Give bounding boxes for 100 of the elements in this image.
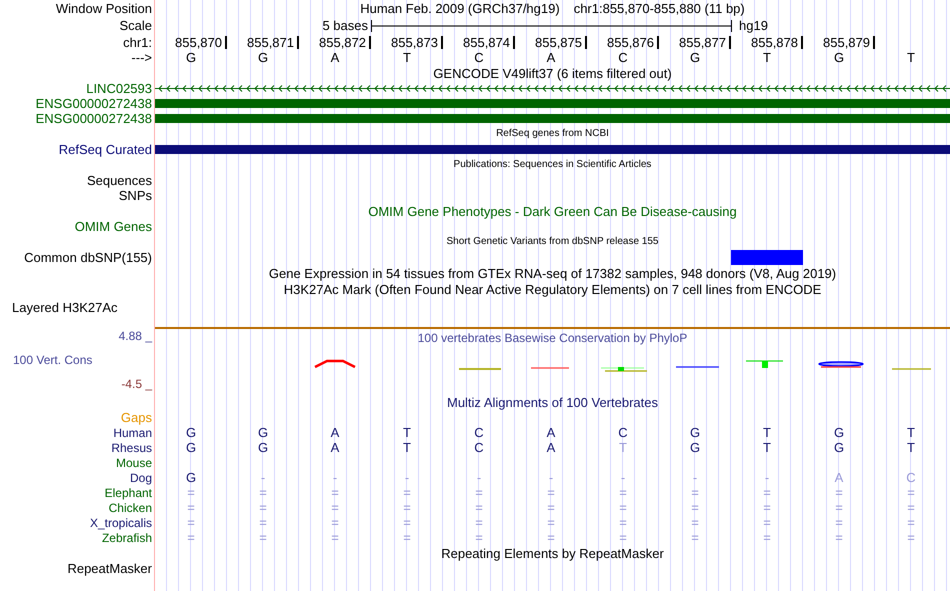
base-letter: = — [691, 501, 699, 514]
track-title: Short Genetic Variants from dbSNP release 155 — [446, 237, 658, 247]
base-letter: = — [907, 516, 915, 529]
track-label[interactable]: Zebrafish — [102, 532, 152, 544]
track-label[interactable]: Mouse — [116, 456, 152, 468]
base-letter: = — [259, 501, 267, 514]
gene-bar[interactable] — [155, 114, 950, 123]
base-letter: - — [260, 471, 266, 484]
base-letter: G — [834, 441, 844, 454]
gene-bar[interactable] — [155, 99, 950, 108]
base-letter: G — [834, 51, 844, 64]
track-label[interactable]: Chicken — [108, 502, 152, 514]
track-label[interactable]: ENSG00000272438 — [36, 112, 152, 125]
base-letter: = — [259, 516, 267, 529]
base-letter: = — [835, 531, 843, 544]
base-letter: A — [546, 441, 556, 454]
base-letter: A — [546, 426, 556, 439]
track-title: H3K27Ac Mark (Often Found Near Active Regulatory Elements) on 7 cell lines from ENCODE — [284, 282, 822, 296]
snp-block[interactable] — [731, 250, 803, 265]
database-label: hg19 — [738, 19, 769, 32]
base-letter: = — [907, 531, 915, 544]
base-letter: = — [187, 531, 195, 544]
track-label[interactable]: Rhesus — [111, 442, 152, 454]
position-title: chr1:855,870-855,880 (11 bp) — [574, 2, 745, 15]
base-letter: = — [835, 486, 843, 499]
base-letter: - — [476, 471, 482, 484]
base-letter: - — [332, 471, 338, 484]
track-label[interactable]: LINC02593 — [86, 82, 152, 95]
ruler-position: 855,874 — [463, 36, 515, 48]
track-title: OMIM Gene Phenotypes - Dark Green Can Be Disease-causing — [368, 204, 737, 218]
base-letter: G — [258, 441, 268, 454]
base-letter: = — [691, 486, 699, 499]
gene-bar[interactable] — [155, 145, 950, 154]
track-label: Scale — [119, 19, 152, 32]
base-letter: = — [691, 516, 699, 529]
track-label[interactable]: SNPs — [118, 189, 152, 202]
base-letter: = — [691, 531, 699, 544]
base-letter: = — [475, 531, 483, 544]
base-letter: C — [618, 426, 628, 439]
track-label[interactable]: RepeatMasker — [67, 562, 152, 575]
ruler-position: 855,876 — [607, 36, 659, 48]
base-letter: A — [546, 51, 556, 64]
base-letter: T — [763, 426, 771, 439]
base-letter: G — [186, 441, 196, 454]
base-letter: = — [187, 486, 195, 499]
base-letter: = — [547, 501, 555, 514]
base-letter: = — [475, 516, 483, 529]
track-title: 100 vertebrates Basewise Conservation by PhyloP — [418, 332, 688, 344]
base-letter: = — [907, 486, 915, 499]
track-label[interactable]: 100 Vert. Cons — [0, 354, 154, 366]
base-letter: = — [619, 531, 627, 544]
base-letter: A — [330, 51, 340, 64]
base-letter: G — [186, 51, 196, 64]
track-title: GENCODE V49lift37 (6 items filtered out) — [433, 66, 672, 80]
base-letter: T — [763, 441, 771, 454]
base-letter: C — [474, 426, 484, 439]
track-label: Window Position — [56, 2, 152, 15]
track-label[interactable]: Common dbSNP(155) — [24, 251, 152, 264]
base-letter: G — [186, 426, 196, 439]
track-label: ---> — [131, 51, 152, 64]
base-letter: T — [619, 441, 627, 454]
base-letter: T — [403, 426, 411, 439]
base-letter: = — [331, 531, 339, 544]
track-title: RefSeq genes from NCBI — [496, 129, 609, 139]
base-letter: = — [835, 501, 843, 514]
base-letter: C — [618, 51, 628, 64]
base-letter: - — [548, 471, 554, 484]
track-label[interactable]: OMIM Genes — [74, 220, 152, 233]
base-letter: = — [331, 486, 339, 499]
base-letter: C — [906, 471, 916, 484]
track-label[interactable]: Layered H3K27Ac — [12, 301, 118, 314]
track-label[interactable]: Dog — [130, 472, 152, 484]
base-letter: T — [763, 51, 771, 64]
base-letter: T — [907, 441, 915, 454]
track-label[interactable]: RefSeq Curated — [58, 143, 152, 156]
track-label[interactable]: Sequences — [86, 174, 152, 187]
base-letter: - — [404, 471, 410, 484]
track-title: Publications: Sequences in Scientific Articles — [454, 160, 652, 170]
base-letter: G — [690, 51, 700, 64]
track-label[interactable]: Human — [113, 426, 152, 438]
track-label[interactable]: Elephant — [104, 486, 152, 498]
track-label[interactable]: X_tropicalis — [90, 516, 152, 528]
ruler-position: 855,875 — [535, 36, 587, 48]
base-letter: = — [763, 516, 771, 529]
track-label[interactable]: ENSG00000272438 — [36, 97, 152, 110]
base-letter: A — [330, 426, 340, 439]
base-letter: C — [474, 441, 484, 454]
base-letter: = — [259, 531, 267, 544]
base-letter: = — [475, 486, 483, 499]
ruler-position: 855,878 — [751, 36, 803, 48]
track-title: Multiz Alignments of 100 Vertebrates — [446, 396, 658, 408]
base-letter: = — [619, 501, 627, 514]
base-letter: G — [690, 441, 700, 454]
base-letter: T — [907, 426, 915, 439]
axis-label: 4.88 _ — [118, 330, 154, 342]
ruler-position: 855,871 — [247, 36, 299, 48]
base-letter: = — [547, 531, 555, 544]
base-letter: = — [331, 501, 339, 514]
ruler-position: 855,870 — [175, 36, 227, 48]
base-letter: T — [403, 441, 411, 454]
